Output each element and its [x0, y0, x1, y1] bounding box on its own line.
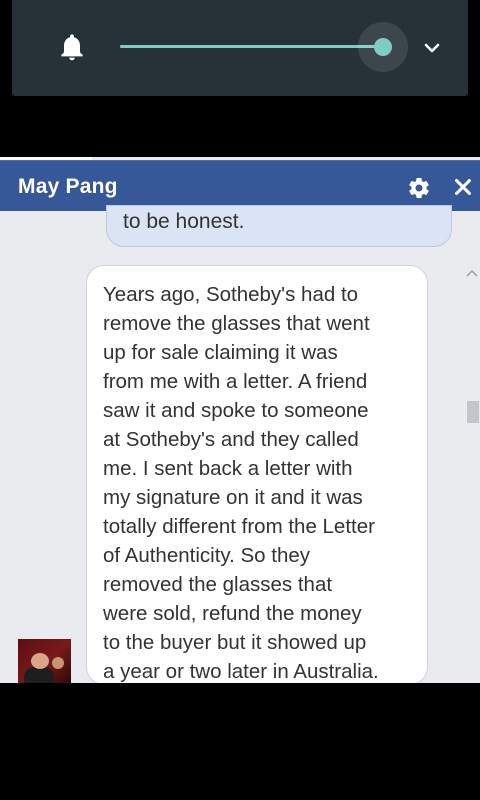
- chat-messages[interactable]: to be honest. Years ago, Sotheby's had t…: [0, 205, 480, 683]
- chat-window: May Pang to be honest. Years ago, Sotheb…: [0, 157, 480, 683]
- message-bubble-outgoing: to be honest.: [106, 205, 452, 247]
- bell-icon[interactable]: [56, 30, 88, 64]
- close-icon[interactable]: [452, 176, 474, 198]
- volume-slider-fill: [120, 45, 384, 48]
- scroll-up-icon[interactable]: [466, 269, 478, 277]
- message-bubble-incoming: Years ago, Sotheby's had to remove the g…: [86, 265, 428, 683]
- avatar[interactable]: [18, 639, 71, 683]
- chat-scrollbar[interactable]: [462, 265, 480, 683]
- gear-icon[interactable]: [407, 176, 431, 200]
- volume-slider[interactable]: [120, 45, 384, 48]
- volume-slider-thumb[interactable]: [374, 38, 392, 56]
- scrollbar-thumb[interactable]: [467, 401, 479, 423]
- chevron-down-icon[interactable]: [420, 36, 444, 60]
- volume-panel: [12, 0, 468, 96]
- chat-title[interactable]: May Pang: [18, 175, 118, 199]
- chat-header[interactable]: May Pang: [0, 160, 480, 211]
- message-text: to be honest.: [123, 210, 245, 233]
- message-text: Years ago, Sotheby's had to remove the g…: [103, 283, 379, 683]
